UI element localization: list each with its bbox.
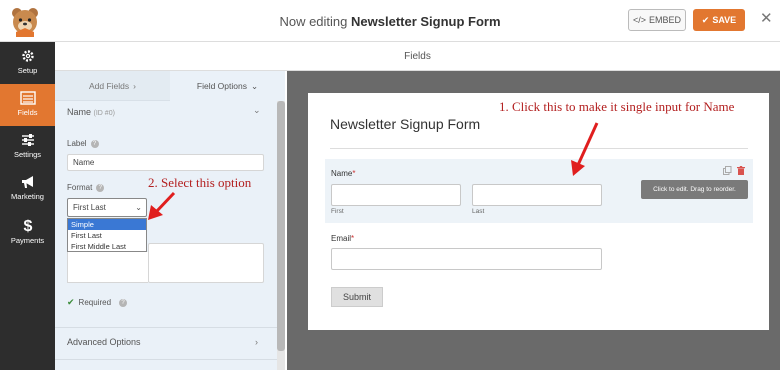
nav-label: Fields — [17, 108, 38, 117]
format-option-first-last[interactable]: First Last — [68, 230, 146, 241]
tab-add-fields[interactable]: Add Fields › — [55, 71, 170, 101]
tab-label: Add Fields — [88, 80, 130, 91]
nav-label: Marketing — [11, 192, 44, 201]
first-name-input[interactable] — [331, 184, 461, 206]
format-caption-text: Format — [67, 183, 93, 192]
email-input[interactable] — [331, 248, 602, 270]
label-input[interactable]: Name — [67, 154, 264, 171]
annotation-one: 1. Click this to make it single input fo… — [499, 99, 735, 114]
trash-icon[interactable] — [737, 166, 745, 175]
tab-field-options[interactable]: Field Options ⌄ — [170, 71, 285, 101]
megaphone-icon — [21, 176, 33, 188]
annotation-two: 2. Select this option — [148, 175, 252, 190]
email-field-label: Email* — [331, 234, 354, 243]
sliders-icon — [21, 134, 34, 146]
close-icon[interactable]: ✕ — [760, 11, 773, 26]
title-prefix: Now editing — [279, 14, 348, 29]
nav-label: Settings — [13, 150, 42, 159]
form-name: Newsletter Signup Form — [351, 14, 501, 29]
chevron-down-icon: ⌄ — [250, 80, 259, 91]
panel-scrollbar-thumb[interactable] — [277, 101, 285, 351]
last-name-input[interactable] — [472, 184, 602, 206]
form-title: Newsletter Signup Form — [330, 116, 481, 132]
label-caption-text: Label — [67, 139, 87, 148]
fields-header: Fields — [55, 42, 780, 71]
required-checkbox[interactable]: ✔ Required ? — [67, 297, 128, 308]
field-id: (ID #0) — [93, 110, 115, 117]
save-button[interactable]: ✔ SAVE — [693, 9, 745, 31]
field-options-heading: Name (ID #0) — [67, 107, 115, 117]
list-icon — [19, 91, 36, 105]
embed-label: EMBED — [649, 15, 682, 25]
nav-item-payments[interactable]: $ Payments — [0, 210, 55, 252]
format-select-value: First Last — [73, 203, 106, 212]
description-textarea[interactable] — [148, 243, 264, 283]
nav-item-fields[interactable]: Fields — [0, 84, 55, 126]
top-bar: Now editing Newsletter Signup Form </> E… — [0, 0, 780, 42]
save-label: SAVE — [712, 15, 737, 25]
format-option-first-middle-last[interactable]: First Middle Last — [68, 241, 146, 252]
email-label-text: Email — [331, 234, 352, 243]
divider — [55, 359, 285, 360]
format-option-simple[interactable]: Simple — [68, 219, 146, 230]
help-icon[interactable]: ? — [119, 298, 128, 307]
edit-reorder-tooltip: Click to edit. Drag to reorder. — [641, 180, 748, 199]
last-sublabel: Last — [472, 208, 485, 215]
chevron-right-icon: › — [133, 80, 136, 91]
check-icon: ✔ — [701, 14, 710, 25]
embed-button[interactable]: </> EMBED — [628, 9, 686, 31]
description-textarea-left[interactable] — [67, 252, 148, 283]
required-label: Required — [78, 298, 112, 307]
dollar-icon: $ — [23, 218, 32, 233]
submit-button[interactable]: Submit — [331, 287, 383, 307]
checkmark-icon: ✔ — [67, 297, 75, 307]
duplicate-icon[interactable] — [723, 166, 732, 175]
first-sublabel: First — [331, 208, 344, 215]
nav-label: Setup — [17, 66, 38, 75]
format-select[interactable]: First Last ⌄ — [67, 198, 147, 217]
advanced-options-toggle[interactable]: Advanced Options — [67, 337, 141, 347]
collapse-chevron-icon[interactable]: ⌄ — [253, 105, 261, 116]
chevron-down-icon: ⌄ — [135, 203, 142, 212]
divider — [55, 327, 285, 328]
builder-sidebar: Setup Fields Settings Marketing $ Paymen… — [0, 42, 55, 370]
required-asterisk: * — [352, 169, 356, 178]
svg-text:$: $ — [23, 218, 32, 233]
nav-item-setup[interactable]: Setup — [0, 42, 55, 84]
label-caption: Label? — [67, 139, 99, 148]
format-dropdown: Simple First Last First Middle Last — [67, 218, 147, 252]
required-asterisk: * — [351, 234, 355, 243]
nav-item-marketing[interactable]: Marketing — [0, 168, 55, 210]
chevron-right-icon: › — [255, 337, 258, 347]
name-field-label: Name* — [331, 169, 355, 178]
format-caption: Format? — [67, 183, 105, 192]
nav-item-settings[interactable]: Settings — [0, 126, 55, 168]
help-icon[interactable]: ? — [90, 139, 99, 148]
gear-icon — [21, 50, 34, 62]
nav-label: Payments — [10, 236, 45, 245]
help-icon[interactable]: ? — [96, 183, 105, 192]
code-icon: </> — [632, 15, 646, 25]
name-label-text: Name — [331, 169, 353, 178]
tab-label: Field Options — [196, 81, 247, 91]
field-name: Name — [67, 107, 92, 117]
divider — [330, 148, 748, 149]
